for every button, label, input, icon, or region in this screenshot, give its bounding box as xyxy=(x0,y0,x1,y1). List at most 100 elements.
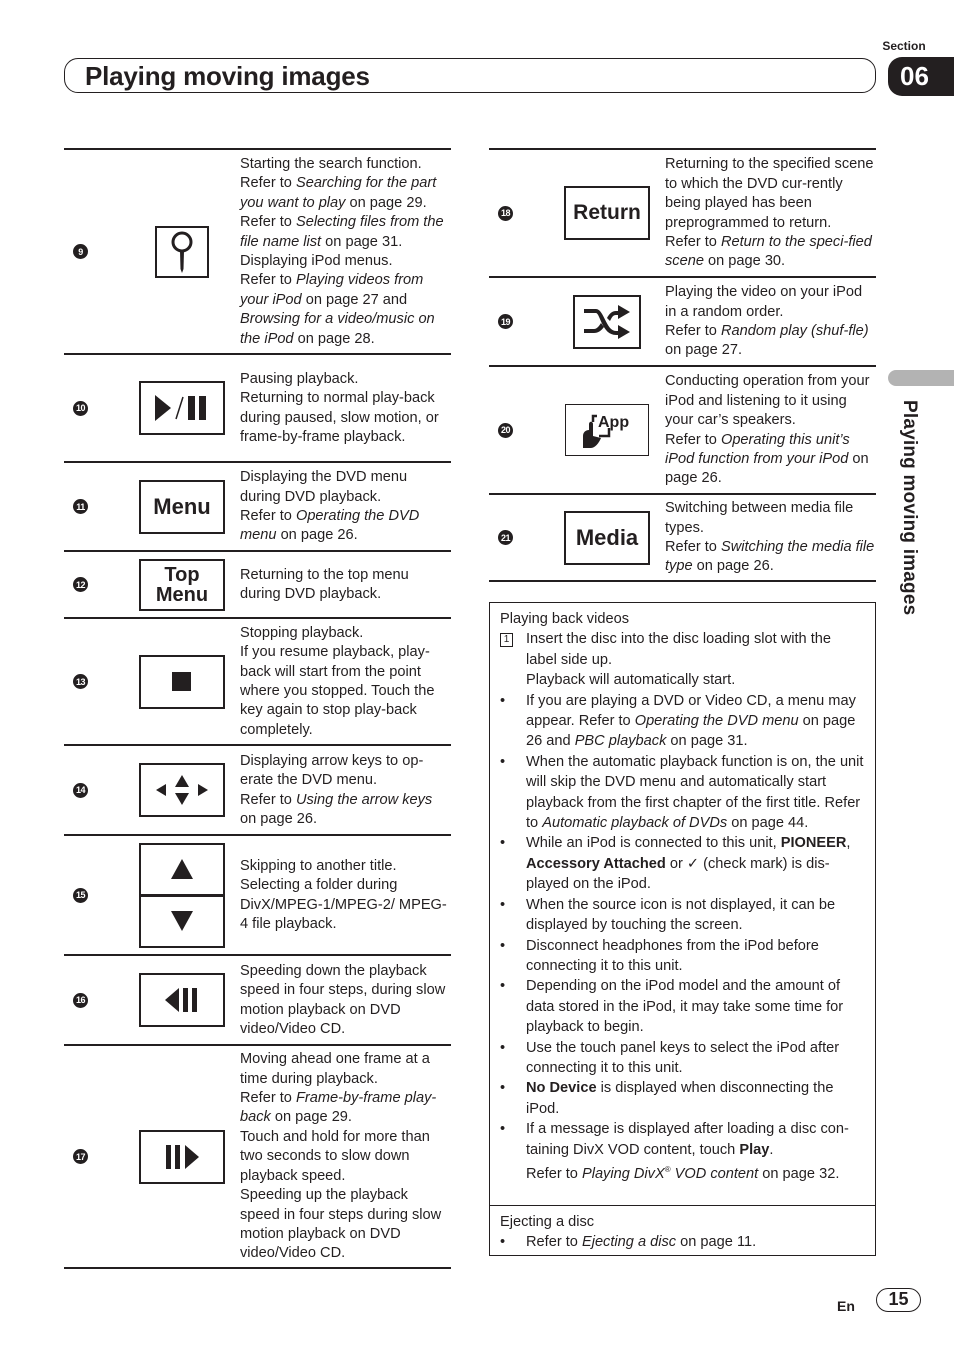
key-description: Displaying arrow keys to op-erate the DV… xyxy=(240,752,433,827)
key-description: Switching between media file types. Refer… xyxy=(665,500,875,575)
info-list: 1 Insert the disc into the disc loading s… xyxy=(500,629,865,1184)
info-list-item: • No Device is displayed when disconnecti… xyxy=(500,1078,865,1119)
bullet-marker: • xyxy=(500,1121,506,1138)
info-list-item: 1 Insert the disc into the disc loading s… xyxy=(500,629,865,690)
info-item-text: Disconnect headphones from the iPod befo… xyxy=(526,937,819,974)
right-key-table: 18 Return Returning to the specified sce… xyxy=(489,148,876,582)
bullet-marker: • xyxy=(500,1039,506,1056)
down-key xyxy=(139,894,225,948)
up-down-keys xyxy=(139,842,225,948)
shuffle-key xyxy=(573,294,641,349)
info-list-item: • Use the touch panel keys to select the … xyxy=(500,1038,865,1079)
key-description: Starting the search function. Refer to Se… xyxy=(240,155,444,347)
item-number: 15 xyxy=(73,887,88,903)
info-item-text: Use the touch panel keys to select the i… xyxy=(526,1039,840,1076)
info-list-item: • When the source icon is not displayed, … xyxy=(500,895,865,936)
media-key-label: Media xyxy=(575,524,639,550)
info-item-text: If a message is displayed after loading … xyxy=(526,1121,849,1182)
info-list: • Refer to Ejecting a disc on page 11. xyxy=(500,1232,865,1252)
up-arrow-icon xyxy=(171,859,193,879)
page-title-bar: Playing moving images xyxy=(64,58,876,93)
app-icon-text: App xyxy=(598,414,629,431)
play-pause-icon xyxy=(155,395,206,421)
key-row: 19 Playing the video on your iPod in a r… xyxy=(489,276,876,365)
key-description: Displaying the DVD menu during DVD playb… xyxy=(240,469,420,544)
page-title: Playing moving images xyxy=(85,61,370,91)
item-number: 12 xyxy=(73,577,88,592)
item-number: 14 xyxy=(73,782,88,798)
key-description: Skipping to another title. Selecting a fo… xyxy=(240,857,447,932)
info-item-text: If you are playing a DVD or Video CD, a … xyxy=(526,692,856,750)
return-key-label: Return xyxy=(573,201,641,224)
shuffle-icon xyxy=(584,304,630,339)
bullet-marker: • xyxy=(500,692,506,709)
item-number: 20 xyxy=(498,422,513,438)
key-row: 12 Top Menu Returning to the top menu du… xyxy=(64,550,451,617)
item-number: 18 xyxy=(498,205,513,221)
info-item-text: No Device is displayed when disconnectin… xyxy=(526,1080,834,1117)
bullet-marker: • xyxy=(500,1234,506,1251)
key-row: 13 Stopping playback. If you resume playb… xyxy=(64,617,451,744)
section-heading: Ejecting a disc xyxy=(500,1214,595,1230)
stop-key xyxy=(139,654,225,709)
language-label: En xyxy=(837,1298,855,1314)
info-item-text: Insert the disc into the disc loading sl… xyxy=(526,631,832,689)
key-row: 17 Moving ahead one frame at a time duri… xyxy=(64,1044,451,1269)
item-number: 16 xyxy=(73,992,88,1008)
search-key xyxy=(155,225,209,278)
key-description: Conducting operation from your iPod and … xyxy=(665,373,870,487)
info-list-item: • If you are playing a DVD or Video CD, a… xyxy=(500,691,865,752)
top-menu-line1: Top xyxy=(164,563,200,586)
info-list-item: • When the automatic playback function is… xyxy=(500,752,865,834)
stop-icon xyxy=(172,671,191,691)
page-number: 15 xyxy=(876,1288,921,1312)
item-number: 10 xyxy=(73,400,88,416)
menu-key: Menu xyxy=(139,479,225,534)
section-number-badge: 06 xyxy=(888,57,954,96)
key-description: Speeding down the playback speed in four… xyxy=(240,962,446,1037)
key-row: 10 Pausing playback. Returning to normal … xyxy=(64,353,451,461)
info-item-text: Refer to Ejecting a disc on page 11. xyxy=(526,1234,757,1251)
info-item-text: While an iPod is connected to this unit,… xyxy=(526,835,851,893)
return-key: Return xyxy=(564,186,650,240)
search-icon xyxy=(171,231,193,273)
down-arrow-icon xyxy=(171,911,193,931)
info-box: Playing back videos 1 Insert the disc int… xyxy=(489,602,876,1256)
bullet-marker: • xyxy=(500,978,506,995)
section-heading: Playing back videos xyxy=(500,611,629,627)
item-number: 21 xyxy=(498,530,513,545)
step-marker: 1 xyxy=(500,629,526,690)
info-list-item: • Depending on the iPod model and the amo… xyxy=(500,976,865,1037)
playing-back-videos-section: Playing back videos 1 Insert the disc int… xyxy=(490,603,875,1205)
key-description: Playing the video on your iPod in a rand… xyxy=(665,284,869,359)
key-row: 21 Media Switching between media file ty… xyxy=(489,493,876,582)
side-tab-label: Playing moving images xyxy=(899,400,920,616)
app-mode-key: App xyxy=(565,404,649,456)
frame-advance-key xyxy=(139,1129,225,1184)
slow-reverse-icon xyxy=(165,988,197,1012)
info-item-text: When the source icon is not displayed, i… xyxy=(526,896,836,934)
info-list-item: • Disconnect headphones from the iPod bef… xyxy=(500,936,865,977)
item-number: 13 xyxy=(73,674,88,689)
key-description: Moving ahead one frame at a time during … xyxy=(240,1051,442,1262)
key-row: 16 Speeding down the playback speed in f… xyxy=(64,954,451,1044)
media-key: Media xyxy=(564,510,650,565)
menu-key-label: Menu xyxy=(153,493,211,519)
bullet-marker: • xyxy=(500,1080,506,1097)
bullet-marker: • xyxy=(500,937,506,954)
item-number: 17 xyxy=(73,1149,88,1164)
item-number: 19 xyxy=(498,314,513,329)
side-tab-marker xyxy=(888,370,954,386)
section-label: Section xyxy=(882,39,926,53)
top-menu-key: Top Menu xyxy=(139,558,225,611)
top-menu-key-label: Top Menu xyxy=(156,565,208,605)
key-description: Stopping playback. If you resume playback… xyxy=(240,624,435,738)
arrow-keys-icon xyxy=(156,775,208,805)
info-list-item: • If a message is displayed after loading… xyxy=(500,1119,865,1184)
key-row: 20 App Conducting operation from your iP… xyxy=(489,365,876,493)
key-description: Pausing playback. Returning to normal pla… xyxy=(240,370,439,445)
key-row: 18 Return Returning to the specified sce… xyxy=(489,148,876,276)
info-item-text: Depending on the iPod model and the amou… xyxy=(526,978,844,1036)
ejecting-disc-section: Ejecting a disc • Refer to Ejecting a dis… xyxy=(490,1205,875,1259)
info-list-item: • While an iPod is connected to this unit… xyxy=(500,833,865,894)
